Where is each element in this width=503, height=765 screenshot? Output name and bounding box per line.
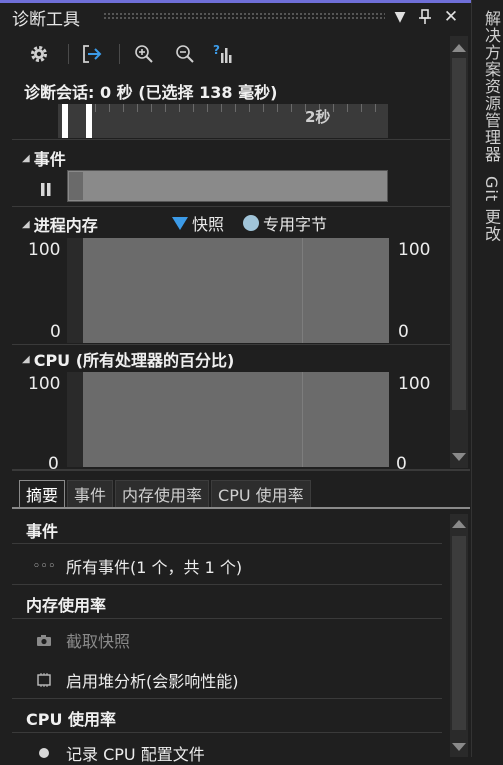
selection-end-marker[interactable] <box>86 104 92 138</box>
all-events-link[interactable]: 所有事件(1 个，共 1 个) <box>66 554 242 578</box>
all-events-item[interactable]: ◦◦◦ 所有事件(1 个，共 1 个) <box>32 554 243 578</box>
pane-splitter[interactable] <box>12 469 470 471</box>
pause-glyph-icon <box>41 183 51 196</box>
gear-icon[interactable] <box>26 43 52 65</box>
legend-private-label: 专用字节 <box>263 215 328 234</box>
take-snapshot-label: 截取快照 <box>66 632 131 651</box>
timeline-ticks <box>95 104 385 112</box>
collapse-triangle-icon: ◢ <box>22 152 30 164</box>
bottom-tabs: 摘要 事件 内存使用率 CPU 使用率 <box>19 480 311 508</box>
close-icon[interactable]: ✕ <box>440 6 462 28</box>
summary-scrollbar-thumb[interactable] <box>452 536 466 730</box>
pause-icon[interactable] <box>40 183 52 200</box>
tab-cpu-usage[interactable]: CPU 使用率 <box>211 480 311 508</box>
panel-title: 诊断工具 <box>12 9 80 30</box>
divider <box>12 139 452 140</box>
zoom-out-glyph-icon <box>176 45 194 63</box>
tab-events[interactable]: 事件 <box>67 480 114 508</box>
events-section-title: 事件 <box>33 150 66 169</box>
summary-events-heading: 事件 <box>26 522 59 541</box>
memory-y-max-right: 100 <box>398 240 431 260</box>
drag-grip[interactable] <box>103 12 385 20</box>
cpu-y-max-left: 100 <box>28 374 61 394</box>
events-dots-icon: ◦◦◦ <box>32 558 56 574</box>
events-section-header[interactable]: ◢ 事件 <box>22 146 66 170</box>
zoom-out-icon[interactable] <box>172 43 198 65</box>
chip-glyph-icon <box>37 673 51 687</box>
divider <box>12 344 452 345</box>
svg-text:?: ? <box>213 43 220 57</box>
memory-y-min-left: 0 <box>50 322 61 342</box>
summary-cpu-heading: CPU 使用率 <box>26 710 117 729</box>
take-snapshot-item[interactable]: 截取快照 <box>34 628 130 652</box>
selection-start-marker[interactable] <box>62 104 68 138</box>
solution-explorer-tab[interactable]: 解决方案资源管理器 <box>479 10 503 163</box>
collapse-triangle-icon: ◢ <box>22 353 30 365</box>
cpu-gridline <box>302 372 303 467</box>
cpu-plot-unselected-region <box>67 372 83 467</box>
summary-memory-heading: 内存使用率 <box>26 596 107 615</box>
export-glyph-icon <box>83 45 102 63</box>
scroll-down-icon[interactable] <box>452 453 466 461</box>
record-dot-icon <box>34 747 54 759</box>
memory-gridline <box>302 238 303 343</box>
zoom-in-icon[interactable] <box>131 43 157 65</box>
tabs-underline <box>12 507 470 509</box>
record-dot-glyph-icon <box>39 748 49 758</box>
camera-icon <box>34 634 54 647</box>
zoom-in-glyph-icon <box>135 45 153 63</box>
private-bytes-dot-icon <box>243 215 259 231</box>
memory-plot-unselected-region <box>67 238 83 343</box>
chip-icon <box>34 673 54 687</box>
pin-icon[interactable] <box>414 6 436 28</box>
legend-snapshot-label: 快照 <box>192 215 225 234</box>
graphs-scrollbar-thumb[interactable] <box>452 58 466 410</box>
session-summary: 诊断会话: 0 秒 (已选择 138 毫秒) <box>24 83 278 102</box>
memory-plot-area[interactable] <box>83 238 389 343</box>
snapshot-triangle-icon <box>172 216 188 230</box>
cpu-plot-area[interactable] <box>83 372 389 467</box>
enable-heap-profiling-item[interactable]: 启用堆分析(会影响性能) <box>34 668 239 692</box>
tab-memory-usage[interactable]: 内存使用率 <box>115 480 210 508</box>
enable-heap-profiling-link[interactable]: 启用堆分析(会影响性能) <box>66 668 239 692</box>
events-track-start <box>69 172 83 200</box>
gear-glyph-icon <box>31 46 47 62</box>
timeline-time-label: 2秒 <box>305 108 331 126</box>
camera-glyph-icon <box>37 634 51 646</box>
record-cpu-profile-item[interactable]: 记录 CPU 配置文件 <box>34 741 205 765</box>
divider <box>12 732 442 733</box>
divider <box>12 618 442 619</box>
scroll-up-icon[interactable] <box>452 520 466 528</box>
help-chart-glyph-icon: ? <box>213 43 232 63</box>
divider <box>12 543 442 544</box>
pin-glyph-icon <box>419 9 431 24</box>
memory-section-title: 进程内存 <box>33 216 98 235</box>
memory-section-header[interactable]: ◢ 进程内存 <box>22 212 98 236</box>
cpu-section-header[interactable]: ◢ CPU (所有处理器的百分比) <box>22 347 234 371</box>
record-cpu-profile-link[interactable]: 记录 CPU 配置文件 <box>66 741 205 765</box>
cpu-y-min-right: 0 <box>396 454 407 474</box>
cpu-y-min-left: 0 <box>48 454 59 474</box>
memory-y-min-right: 0 <box>398 322 409 342</box>
toolbar-separator <box>68 44 69 64</box>
events-track[interactable] <box>67 170 388 202</box>
cpu-y-max-right: 100 <box>398 374 431 394</box>
tab-summary[interactable]: 摘要 <box>19 480 66 508</box>
window-position-dropdown-icon[interactable]: ▼ <box>389 6 411 28</box>
legend-private-bytes: 专用字节 <box>243 211 327 235</box>
scroll-up-icon[interactable] <box>452 44 466 52</box>
legend-snapshot: 快照 <box>172 211 224 235</box>
collapse-triangle-icon: ◢ <box>22 218 30 230</box>
git-changes-tab[interactable]: Git 更改 <box>479 176 503 242</box>
cpu-section-title: CPU (所有处理器的百分比) <box>33 351 235 370</box>
panel-titlebar: 诊断工具 <box>12 6 80 30</box>
toolbar-separator <box>119 44 120 64</box>
divider <box>12 206 452 207</box>
help-chart-icon[interactable]: ? <box>211 43 237 65</box>
divider <box>12 698 442 699</box>
memory-y-max-left: 100 <box>28 240 61 260</box>
export-icon[interactable] <box>79 43 105 65</box>
divider <box>12 584 442 585</box>
scroll-down-icon[interactable] <box>452 743 466 751</box>
